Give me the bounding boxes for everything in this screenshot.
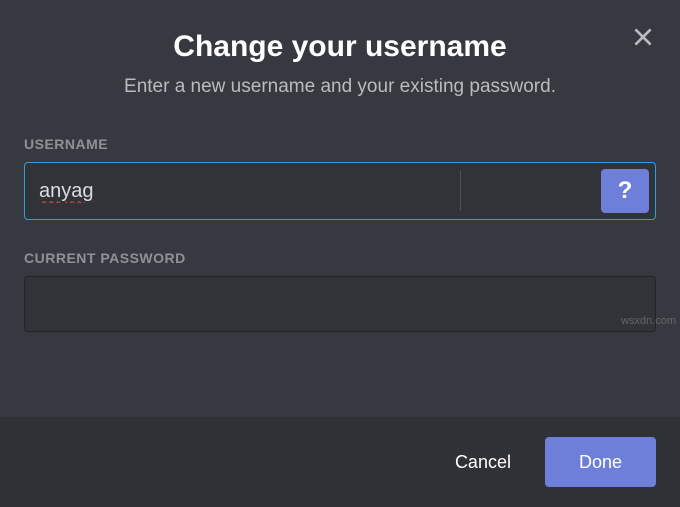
- username-input[interactable]: [25, 163, 460, 219]
- modal-footer: Cancel Done: [0, 417, 680, 507]
- modal-title: Change your username: [24, 30, 656, 64]
- username-field-group: USERNAME ?: [24, 136, 656, 220]
- modal-content: USERNAME ? CURRENT PASSWORD: [0, 118, 680, 417]
- watermark-text: wsxdn.com: [621, 315, 676, 327]
- username-container: ?: [24, 162, 656, 220]
- help-button[interactable]: ?: [601, 169, 649, 213]
- change-username-modal: Change your username Enter a new usernam…: [0, 0, 680, 507]
- password-field-group: CURRENT PASSWORD: [24, 250, 656, 332]
- password-label: CURRENT PASSWORD: [24, 250, 656, 266]
- modal-subtitle: Enter a new username and your existing p…: [24, 76, 656, 98]
- username-label: USERNAME: [24, 136, 656, 152]
- cancel-button[interactable]: Cancel: [449, 442, 517, 483]
- discriminator-input[interactable]: [461, 163, 601, 219]
- question-icon: ?: [618, 177, 633, 205]
- done-button[interactable]: Done: [545, 437, 656, 487]
- close-icon: [630, 24, 656, 50]
- password-input[interactable]: [24, 276, 656, 332]
- modal-header: Change your username Enter a new usernam…: [0, 0, 680, 118]
- close-button[interactable]: [628, 22, 658, 52]
